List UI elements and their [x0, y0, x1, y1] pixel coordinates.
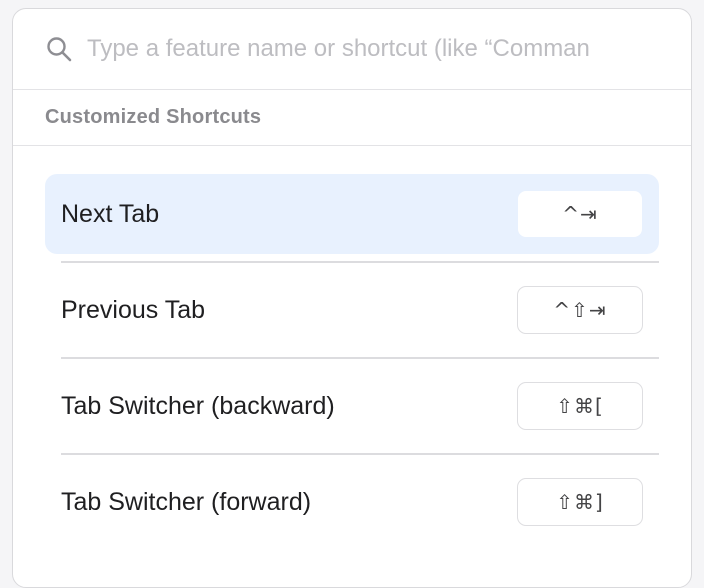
- shortcuts-panel: Customized Shortcuts Next Tab ^⇥ Previou…: [12, 8, 692, 588]
- shortcut-label: Tab Switcher (forward): [61, 487, 312, 516]
- search-bar: [13, 9, 691, 90]
- shortcut-list: Next Tab ^⇥ Previous Tab ^⇧⇥ Tab Switche…: [13, 146, 691, 542]
- shortcut-row-next-tab[interactable]: Next Tab ^⇥: [45, 174, 659, 254]
- shortcut-row-tab-switcher-forward[interactable]: Tab Switcher (forward) ⇧⌘]: [45, 453, 659, 542]
- section-header: Customized Shortcuts: [13, 90, 691, 146]
- shortcut-keys-field[interactable]: ⇧⌘]: [517, 478, 643, 526]
- shortcut-keys-field[interactable]: ^⇧⇥: [517, 286, 643, 334]
- shortcut-row-previous-tab[interactable]: Previous Tab ^⇧⇥: [45, 261, 659, 350]
- shortcut-keys-field[interactable]: ⇧⌘[: [517, 382, 643, 430]
- shortcut-label: Tab Switcher (backward): [61, 391, 335, 420]
- search-input[interactable]: [87, 35, 667, 63]
- shortcut-keys-field[interactable]: ^⇥: [517, 190, 643, 238]
- shortcut-row-tab-switcher-backward[interactable]: Tab Switcher (backward) ⇧⌘[: [45, 357, 659, 446]
- shortcut-label: Previous Tab: [61, 295, 206, 324]
- search-icon: [47, 37, 72, 62]
- shortcut-label: Next Tab: [61, 199, 160, 228]
